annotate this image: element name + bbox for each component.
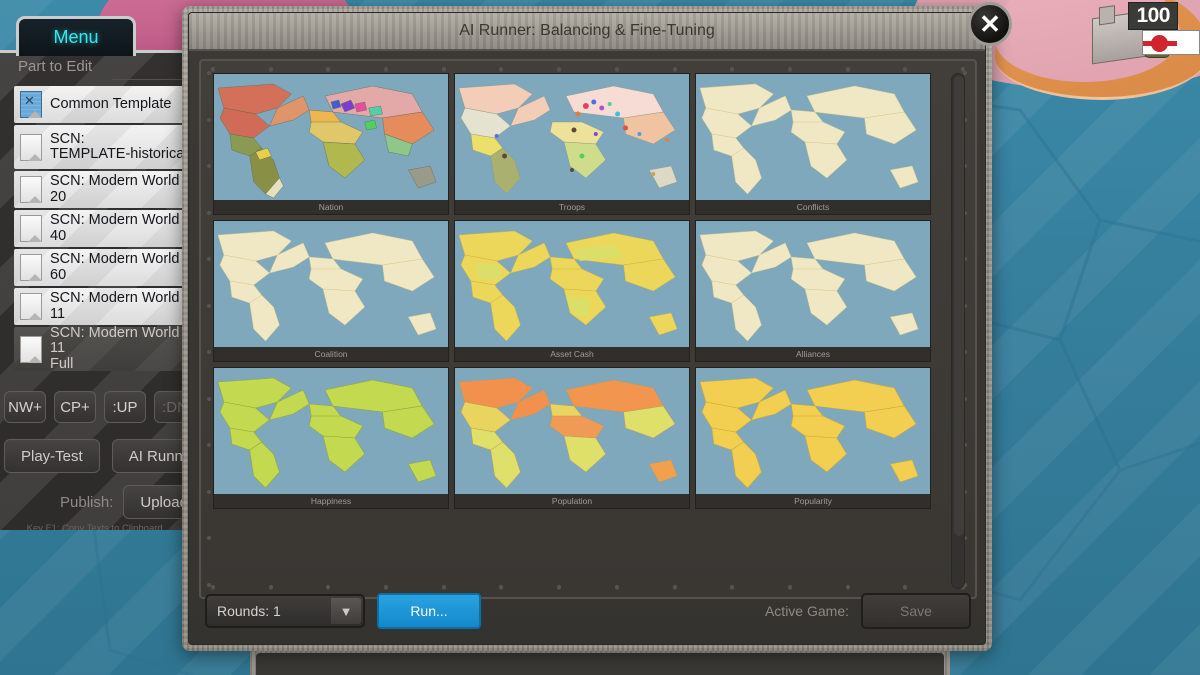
world-map-alliances-svg — [696, 221, 930, 347]
map-row: Coalition — [213, 220, 931, 362]
play-test-button[interactable]: Play-Test — [4, 439, 100, 473]
map-thumbnail-alliances[interactable] — [696, 221, 930, 347]
ai-runner-dialog-inner: AI Runner: Balancing & Fine-Tuning — [188, 12, 986, 645]
move-up-button[interactable]: :UP — [104, 391, 146, 423]
map-caption: Troops — [455, 200, 689, 214]
map-caption: Population — [455, 494, 689, 508]
map-row: Happiness — [213, 367, 931, 509]
publish-row: Publish: Upload — [4, 485, 196, 519]
map-caption: Asset Cash — [455, 347, 689, 361]
map-cell-alliances[interactable]: Alliances — [695, 220, 931, 362]
map-thumbnail-asset-cash[interactable] — [455, 221, 689, 347]
menu-tab-label: Menu — [53, 27, 98, 48]
world-map-popularity-svg — [696, 368, 930, 494]
world-map-troops-svg — [455, 74, 689, 200]
new-button[interactable]: NW+ — [4, 391, 46, 423]
active-game-label: Active Game: — [765, 603, 849, 619]
world-map-nation-svg — [214, 74, 448, 200]
map-cell-coalition[interactable]: Coalition — [213, 220, 449, 362]
map-caption: Nation — [214, 200, 448, 214]
sidebar-item-label: SCN: Modern World 11 — [50, 291, 196, 322]
document-icon — [20, 215, 42, 242]
save-button[interactable]: Save — [861, 593, 971, 629]
window-bottom-frame-inner — [256, 653, 944, 675]
world-map-conflicts-svg — [696, 74, 930, 200]
divider — [112, 79, 188, 80]
sidebar-item-label: SCN: TEMPLATE-historical — [50, 132, 188, 163]
close-icon[interactable]: ✕ — [968, 2, 1012, 46]
sidebar-item-template-historical[interactable]: SCN: TEMPLATE-historical — [14, 125, 196, 169]
world-map-population-svg — [455, 368, 689, 494]
part-to-edit-label: Part to Edit — [0, 53, 196, 77]
map-cell-happiness[interactable]: Happiness — [213, 367, 449, 509]
map-cell-nation[interactable]: Nation — [213, 73, 449, 215]
map-row: Nation — [213, 73, 931, 215]
dialog-title: AI Runner: Balancing & Fine-Tuning — [459, 22, 715, 40]
map-thumbnail-conflicts[interactable] — [696, 74, 930, 200]
map-thumbnail-grid: Nation — [213, 73, 931, 589]
map-cell-conflicts[interactable]: Conflicts — [695, 73, 931, 215]
ai-runner-dialog: AI Runner: Balancing & Fine-Tuning — [182, 6, 992, 651]
flag-circle — [1151, 35, 1168, 52]
scrollbar-thumb[interactable] — [954, 76, 964, 536]
copy-button[interactable]: CP+ — [54, 391, 96, 423]
world-map-coalition-svg — [214, 221, 448, 347]
document-icon — [20, 293, 42, 320]
sidebar-item-modern-world-40[interactable]: SCN: Modern World 40 — [14, 210, 196, 247]
hint-text: Key F1: Copy Texts to Clipboard. — [0, 523, 192, 530]
map-caption: Happiness — [214, 494, 448, 508]
map-cell-troops[interactable]: Troops — [454, 73, 690, 215]
publish-label: Publish: — [60, 494, 113, 511]
editor-sidebar: Part to Edit Common Template SCN: TEMPLA… — [0, 50, 196, 530]
map-thumbnail-happiness[interactable] — [214, 368, 448, 494]
hud-count-label: 100 — [1128, 2, 1178, 30]
sidebar-item-label: SCN: Modern World 60 — [50, 252, 196, 283]
map-thumbnail-popularity[interactable] — [696, 368, 930, 494]
sidebar-item-modern-world-11-full[interactable]: SCN: Modern World 11 Full — [14, 327, 196, 371]
hud-unit-count: 100 — [1128, 2, 1178, 30]
map-thumbnail-population[interactable] — [455, 368, 689, 494]
greenland-flag-icon — [1142, 30, 1200, 55]
sidebar-item-label: SCN: Modern World 40 — [50, 213, 196, 244]
dialog-footer: Rounds: 1 ▼ Run... Active Game: Save — [199, 588, 977, 634]
sidebar-item-modern-world-11[interactable]: SCN: Modern World 11 — [14, 288, 196, 325]
map-thumbnail-coalition[interactable] — [214, 221, 448, 347]
map-caption: Coalition — [214, 347, 448, 361]
document-icon — [20, 336, 42, 363]
map-cell-population[interactable]: Population — [454, 367, 690, 509]
map-caption: Popularity — [696, 494, 930, 508]
map-grid-panel: Nation — [199, 59, 977, 599]
run-button[interactable]: Run... — [377, 593, 481, 629]
menu-tab[interactable]: Menu — [16, 16, 136, 56]
action-button-row: Play-Test AI Runner — [4, 439, 196, 473]
document-icon — [20, 134, 42, 161]
world-map-happiness-svg — [214, 368, 448, 494]
sidebar-item-label: SCN: Modern World 11 Full — [50, 326, 196, 372]
map-grid-scrollbar[interactable] — [951, 73, 965, 589]
window-bottom-frame — [250, 647, 950, 675]
rounds-value: Rounds: 1 — [217, 603, 281, 619]
map-thumbnail-nation[interactable] — [214, 74, 448, 200]
blueprint-document-icon — [20, 91, 42, 118]
sidebar-item-modern-world-20[interactable]: SCN: Modern World 20 — [14, 171, 196, 208]
document-icon — [20, 176, 42, 203]
rounds-dropdown[interactable]: Rounds: 1 ▼ — [205, 594, 365, 628]
sidebar-item-label: SCN: Modern World 20 — [50, 174, 196, 205]
sidebar-item-label: Common Template — [50, 97, 171, 112]
mini-button-row: NW+ CP+ :UP :DN — [4, 391, 196, 423]
sidebar-item-modern-world-60[interactable]: SCN: Modern World 60 — [14, 249, 196, 286]
chevron-down-icon[interactable]: ▼ — [331, 598, 361, 624]
map-cell-popularity[interactable]: Popularity — [695, 367, 931, 509]
document-icon — [20, 254, 42, 281]
map-cell-asset-cash[interactable]: Asset Cash — [454, 220, 690, 362]
map-caption: Conflicts — [696, 200, 930, 214]
sidebar-item-common-template[interactable]: Common Template — [14, 86, 196, 123]
map-thumbnail-troops[interactable] — [455, 74, 689, 200]
map-caption: Alliances — [696, 347, 930, 361]
dialog-titlebar: AI Runner: Balancing & Fine-Tuning — [189, 13, 985, 51]
world-map-asset-cash-svg — [455, 221, 689, 347]
